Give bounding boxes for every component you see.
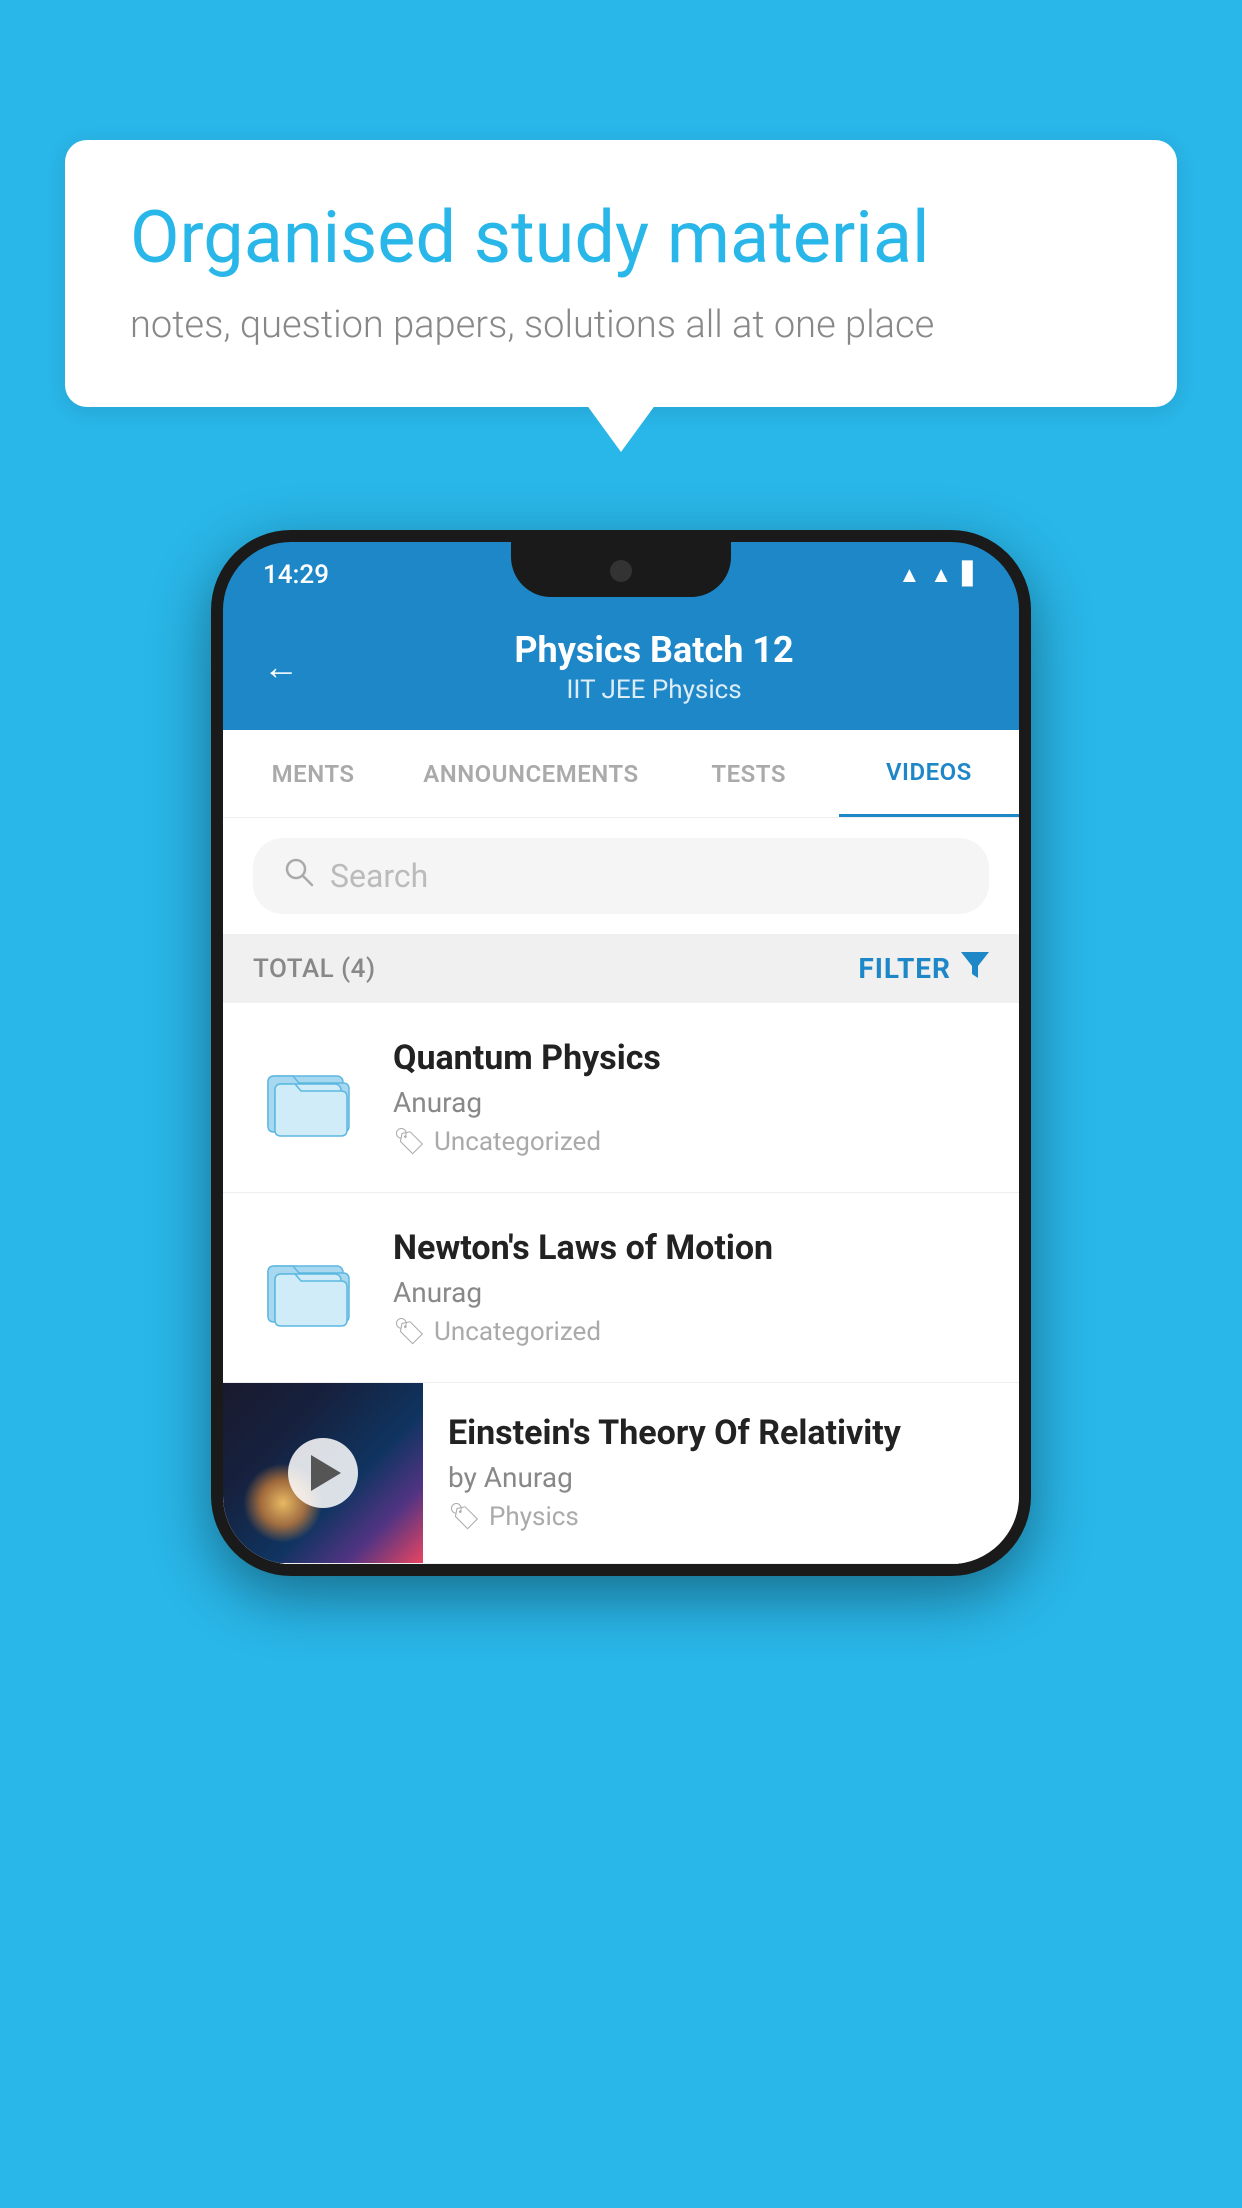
filter-icon <box>961 952 989 985</box>
phone-frame: 14:29 ▲ ▲ ▋ ← Physics Batch 12 IIT JEE P… <box>211 530 1031 1576</box>
header-subtitle: IIT JEE Physics <box>329 675 979 705</box>
play-triangle-icon <box>311 1455 341 1491</box>
tag-icon-3: 🏷 <box>448 1502 481 1532</box>
video-thumbnail-3 <box>223 1383 423 1563</box>
header-title-group: Physics Batch 12 IIT JEE Physics <box>329 629 979 705</box>
video-list: Quantum Physics Anurag 🏷 Uncategorized <box>223 1003 1019 1564</box>
video-title-2: Newton's Laws of Motion <box>393 1228 989 1268</box>
folder-thumbnail-1 <box>253 1043 363 1153</box>
video-tag-3: 🏷 Physics <box>448 1502 994 1532</box>
search-placeholder: Search <box>330 857 428 895</box>
list-item[interactable]: Newton's Laws of Motion Anurag 🏷 Uncateg… <box>223 1193 1019 1383</box>
filter-button[interactable]: FILTER <box>858 952 989 985</box>
video-tag-2: 🏷 Uncategorized <box>393 1317 989 1347</box>
phone-container: 14:29 ▲ ▲ ▋ ← Physics Batch 12 IIT JEE P… <box>211 530 1031 1576</box>
video-info-2: Newton's Laws of Motion Anurag 🏷 Uncateg… <box>393 1228 989 1347</box>
battery-icon: ▋ <box>962 562 979 587</box>
list-item[interactable]: Einstein's Theory Of Relativity by Anura… <box>223 1383 1019 1564</box>
signal-icon: ▲ <box>930 562 952 588</box>
header-title: Physics Batch 12 <box>329 629 979 671</box>
search-icon <box>283 856 315 896</box>
wifi-icon: ▲ <box>899 562 921 588</box>
speech-bubble: Organised study material notes, question… <box>65 140 1177 407</box>
video-author-3: by Anurag <box>448 1461 994 1494</box>
status-time: 14:29 <box>263 560 329 590</box>
tabs-bar: MENTS ANNOUNCEMENTS TESTS VIDEOS <box>223 730 1019 818</box>
video-tag-1: 🏷 Uncategorized <box>393 1127 989 1157</box>
video-author-2: Anurag <box>393 1276 989 1309</box>
status-icons: ▲ ▲ ▋ <box>899 562 979 588</box>
total-label: TOTAL (4) <box>253 954 376 984</box>
search-input-wrapper[interactable]: Search <box>253 838 989 914</box>
tab-announcements[interactable]: ANNOUNCEMENTS <box>403 732 658 816</box>
status-bar: 14:29 ▲ ▲ ▋ <box>223 542 1019 607</box>
video-info-1: Quantum Physics Anurag 🏷 Uncategorized <box>393 1038 989 1157</box>
video-author-1: Anurag <box>393 1086 989 1119</box>
speech-bubble-headline: Organised study material <box>130 195 1112 281</box>
play-button[interactable] <box>288 1438 358 1508</box>
tab-tests[interactable]: TESTS <box>659 732 839 816</box>
camera-dot <box>610 560 632 582</box>
phone-screen: 14:29 ▲ ▲ ▋ ← Physics Batch 12 IIT JEE P… <box>223 542 1019 1564</box>
video-title-3: Einstein's Theory Of Relativity <box>448 1413 994 1453</box>
back-button[interactable]: ← <box>263 646 299 688</box>
search-container: Search <box>223 818 1019 934</box>
filter-bar: TOTAL (4) FILTER <box>223 934 1019 1003</box>
folder-thumbnail-2 <box>253 1233 363 1343</box>
filter-label: FILTER <box>858 952 951 985</box>
speech-bubble-subtext: notes, question papers, solutions all at… <box>130 303 1112 347</box>
speech-bubble-container: Organised study material notes, question… <box>65 140 1177 407</box>
app-header: ← Physics Batch 12 IIT JEE Physics <box>223 607 1019 730</box>
tag-icon-1: 🏷 <box>393 1127 426 1157</box>
tab-ments[interactable]: MENTS <box>223 732 403 816</box>
video-info-3: Einstein's Theory Of Relativity by Anura… <box>423 1383 1019 1562</box>
tab-videos[interactable]: VIDEOS <box>839 730 1019 817</box>
list-item[interactable]: Quantum Physics Anurag 🏷 Uncategorized <box>223 1003 1019 1193</box>
tag-icon-2: 🏷 <box>393 1317 426 1347</box>
video-title-1: Quantum Physics <box>393 1038 989 1078</box>
